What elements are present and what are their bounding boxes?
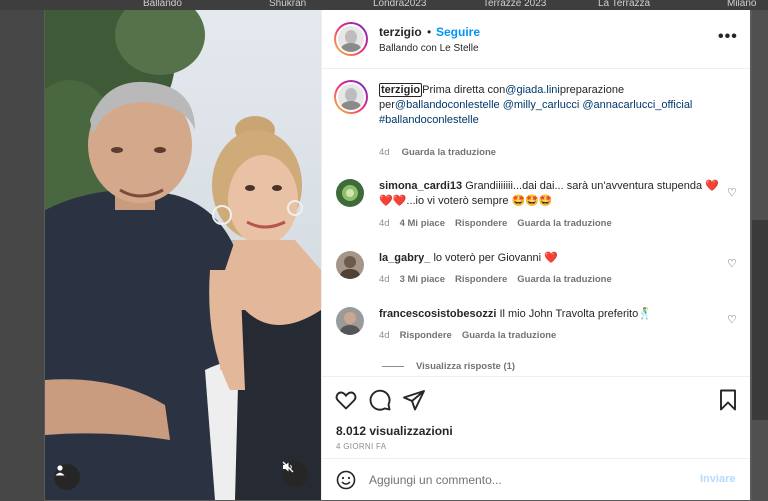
commenter-avatar[interactable] [336, 179, 364, 207]
comment-meta: 4d 3 Mi piace Rispondere Guarda la traduzio… [379, 274, 622, 285]
mention-link[interactable]: @giada.lini [505, 84, 560, 96]
reply-button[interactable]: Rispondere [455, 274, 507, 285]
comment-item: simona_cardi13 Grandiiiiiii...dai dai...… [322, 179, 750, 239]
author-avatar[interactable] [334, 22, 368, 56]
post-header: terzigio • Seguire Ballando con Le Stell… [322, 10, 750, 69]
mention-link[interactable]: @ballandoconlestelle [395, 99, 500, 111]
post-time: 4 GIORNI FA [336, 442, 387, 451]
mention-link[interactable]: @milly_carlucci [503, 99, 580, 111]
comment-age: 4d [379, 274, 390, 285]
comment-likes[interactable]: 3 Mi piace [400, 274, 445, 285]
background-highlight-label: La Terrazza [598, 0, 651, 9]
background-post-left[interactable] [0, 10, 44, 501]
heart-icon[interactable] [334, 388, 358, 412]
background-highlight-label: Londra2023 [373, 0, 427, 9]
comment-like-icon[interactable]: ♡ [727, 257, 737, 270]
comment-age: 4d [379, 218, 390, 229]
add-comment-bar: Inviare [322, 458, 750, 500]
reply-button[interactable]: Rispondere [455, 218, 507, 229]
view-count[interactable]: 8.012 visualizzazioni [336, 424, 453, 438]
translate-link[interactable]: Guarda la traduzione [517, 274, 612, 285]
speaker-muted-icon [282, 461, 294, 473]
caption-avatar[interactable] [334, 80, 368, 114]
translate-link[interactable]: Guarda la traduzione [402, 147, 497, 158]
comment-item: la_gabry_ lo voterò per Giovanni ❤️ 4d 3 … [322, 251, 750, 311]
comment-likes[interactable]: 4 Mi piace [400, 218, 445, 229]
tagged-users-button[interactable] [54, 464, 80, 490]
bookmark-icon[interactable] [716, 388, 740, 412]
comment-text: simona_cardi13 Grandiiiiiii...dai dai...… [379, 179, 719, 209]
comment-text: la_gabry_ lo voterò per Giovanni ❤️ [379, 251, 719, 266]
view-replies-button[interactable]: Visualizza risposte (1) [382, 361, 515, 372]
comment-age: 4d [379, 330, 390, 341]
comment-input[interactable] [369, 470, 669, 490]
caption-text: terzigio Prima diretta con@giada.liniprep… [379, 83, 731, 128]
comment-text: francescosistobesozzi Il mio John Travol… [379, 307, 719, 322]
post-photo [45, 10, 321, 500]
background-highlight-label: Ballando [143, 0, 182, 9]
caption-age: 4d [379, 147, 390, 158]
emoji-icon[interactable] [336, 470, 356, 490]
background-post-right[interactable] [752, 10, 768, 501]
commenter-avatar[interactable] [336, 307, 364, 335]
background-highlight-label: Milano [727, 0, 757, 9]
comment-body: Il mio John Travolta preferito🕺 [499, 308, 652, 320]
mute-button[interactable] [282, 461, 308, 487]
comment-like-icon[interactable]: ♡ [727, 186, 737, 199]
comment-username[interactable]: simona_cardi13 [379, 180, 462, 192]
author-username[interactable]: terzigio [379, 25, 422, 39]
caption-meta: 4d Guarda la traduzione [379, 147, 496, 158]
caption-text-1: Prima diretta con [422, 84, 506, 96]
post-subtitle[interactable]: Ballando con Le Stelle [379, 43, 479, 54]
post-media[interactable] [45, 10, 321, 500]
comment-body: lo voterò per Giovanni ❤️ [433, 252, 558, 264]
background-highlight-label: Terrazze 2023 [483, 0, 547, 9]
post-panel: terzigio • Seguire Ballando con Le Stell… [321, 10, 750, 500]
post-actions: 8.012 visualizzazioni 4 GIORNI FA [322, 376, 750, 456]
comment-username[interactable]: la_gabry_ [379, 252, 430, 264]
translate-link[interactable]: Guarda la traduzione [517, 218, 612, 229]
more-options-icon[interactable]: ••• [718, 28, 738, 46]
comment-meta: 4d Rispondere Guarda la traduzione [379, 330, 566, 341]
comment-username[interactable]: francescosistobesozzi [379, 308, 496, 320]
translate-link[interactable]: Guarda la traduzione [462, 330, 557, 341]
commenter-avatar[interactable] [336, 251, 364, 279]
mention-link[interactable]: @annacarlucci_official [582, 99, 692, 111]
follow-button[interactable]: Seguire [436, 25, 480, 39]
share-icon[interactable] [402, 388, 426, 412]
comments-section[interactable]: terzigio Prima diretta con@giada.liniprep… [322, 69, 750, 376]
user-icon [55, 465, 65, 476]
comment-icon[interactable] [368, 388, 392, 412]
background-highlights: Ballando Shukran Londra2023 Terrazze 202… [0, 0, 768, 10]
comment-like-icon[interactable]: ♡ [727, 313, 737, 326]
comment-meta: 4d 4 Mi piace Rispondere Guarda la traduzio… [379, 218, 622, 229]
header-separator: • [427, 25, 432, 39]
background-highlight-label: Shukran [269, 0, 307, 9]
post-modal: terzigio • Seguire Ballando con Le Stell… [45, 10, 750, 500]
hashtag-link[interactable]: #ballandoconlestelle [379, 114, 479, 126]
reply-button[interactable]: Rispondere [400, 330, 452, 341]
post-comment-button[interactable]: Inviare [700, 473, 735, 485]
caption-username[interactable]: terzigio [379, 83, 423, 97]
comment-item: francescosistobesozzi Il mio John Travol… [322, 307, 750, 367]
